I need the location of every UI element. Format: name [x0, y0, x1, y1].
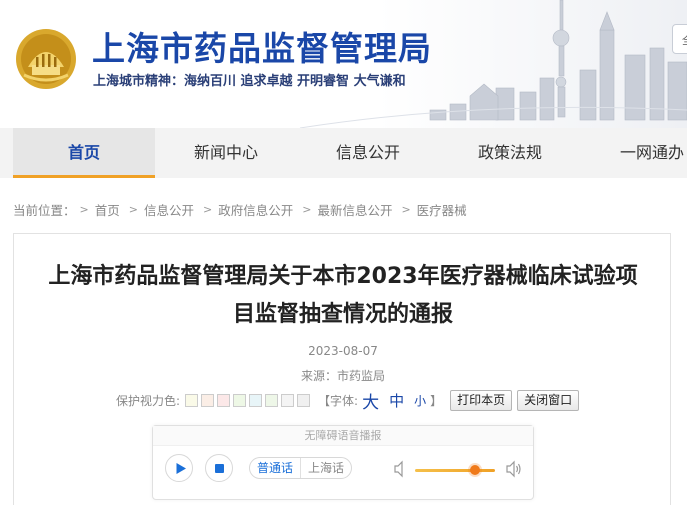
- eye-protection-swatches: [182, 393, 311, 407]
- eye-protection-label: 保护视力色:: [116, 393, 181, 408]
- play-icon: [176, 463, 186, 474]
- breadcrumb-separator: >: [302, 203, 312, 216]
- volume-slider-track[interactable]: [415, 469, 495, 472]
- breadcrumb-prefix: 当前位置：: [13, 203, 76, 218]
- eye-color-swatch[interactable]: [233, 393, 247, 407]
- breadcrumb-separator: >: [79, 203, 89, 216]
- volume-low-icon[interactable]: [393, 459, 407, 479]
- eye-color-swatch[interactable]: [249, 393, 263, 407]
- article-source: 来源：市药监局: [300, 369, 385, 383]
- close-window-button[interactable]: 关闭窗口: [517, 389, 580, 411]
- stop-icon: [215, 464, 224, 473]
- breadcrumb-link-medical-devices[interactable]: 医疗器械: [417, 200, 467, 219]
- breadcrumb-link-home[interactable]: 首页: [95, 200, 120, 219]
- article-toolbar: 保护视力色: 【字体: 大 中 小 】 打印本页 关闭窗口: [116, 388, 580, 413]
- article-date: 2023-08-07: [308, 344, 378, 358]
- eye-color-swatch[interactable]: [217, 393, 231, 407]
- main-navigation: 首页 新闻中心 信息公开 政策法规 一网通办: [0, 128, 687, 178]
- font-size-large-button[interactable]: 大: [362, 388, 379, 413]
- eye-color-swatch[interactable]: [201, 393, 215, 407]
- dialect-selector: 普通话 上海话: [249, 457, 353, 479]
- nav-item-policy[interactable]: 政策法规: [439, 128, 581, 178]
- site-slogan: 上海城市精神：海纳百川 追求卓越 开明睿智 大气谦和: [93, 74, 406, 89]
- breadcrumb: 当前位置： > 首页 > 信息公开 > 政府信息公开 > 最新信息公开 > 医疗…: [13, 200, 467, 219]
- audio-player-title: 无障碍语音播报: [153, 426, 533, 446]
- eye-color-swatch[interactable]: [185, 393, 199, 407]
- volume-high-icon[interactable]: [505, 459, 523, 479]
- eye-color-swatch[interactable]: [265, 393, 279, 407]
- print-page-button[interactable]: 打印本页: [450, 389, 513, 411]
- accessibility-toggle-button[interactable]: 全: [672, 24, 687, 54]
- audio-player: 无障碍语音播报 普通话 上海话: [152, 425, 534, 500]
- breadcrumb-link-latest-info[interactable]: 最新信息公开: [317, 200, 392, 219]
- site-header: 上海市药品监督管理局 上海城市精神：海纳百川 追求卓越 开明睿智 大气谦和 全: [0, 0, 687, 128]
- site-title[interactable]: 上海市药品监督管理局: [92, 22, 432, 70]
- article-title-line-2: 目监督抽查情况的通报: [232, 302, 453, 327]
- nav-item-news[interactable]: 新闻中心: [155, 128, 297, 178]
- breadcrumb-link-gov-info[interactable]: 政府信息公开: [218, 200, 293, 219]
- play-button[interactable]: [165, 454, 193, 482]
- nav-item-info-disclosure[interactable]: 信息公开: [297, 128, 439, 178]
- stop-button[interactable]: [205, 454, 233, 482]
- breadcrumb-separator: >: [128, 203, 138, 216]
- nav-item-online-service[interactable]: 一网通办: [606, 128, 687, 178]
- dialect-shanghainese-option[interactable]: 上海话: [300, 458, 351, 478]
- breadcrumb-separator: >: [202, 203, 213, 216]
- breadcrumb-link-info-disclosure[interactable]: 信息公开: [144, 200, 194, 219]
- font-size-small-button[interactable]: 小: [414, 392, 426, 409]
- eye-color-swatch[interactable]: [281, 393, 295, 407]
- font-size-medium-button[interactable]: 中: [389, 390, 404, 411]
- eye-color-swatch[interactable]: [297, 393, 311, 407]
- volume-slider-handle[interactable]: [470, 465, 480, 475]
- font-size-label: 【字体:: [318, 393, 359, 408]
- font-size-bracket-close: 】: [430, 393, 443, 408]
- nav-item-home[interactable]: 首页: [13, 128, 155, 178]
- bureau-logo[interactable]: [14, 27, 78, 91]
- dialect-mandarin-option[interactable]: 普通话: [250, 458, 300, 478]
- article-panel: 上海市药品监督管理局关于本市2023年医疗器械临床试验项 目监督抽查情况的通报 …: [13, 233, 671, 505]
- article-title-line-1: 上海市药品监督管理局关于本市2023年医疗器械临床试验项: [48, 264, 638, 289]
- breadcrumb-separator: >: [401, 203, 411, 216]
